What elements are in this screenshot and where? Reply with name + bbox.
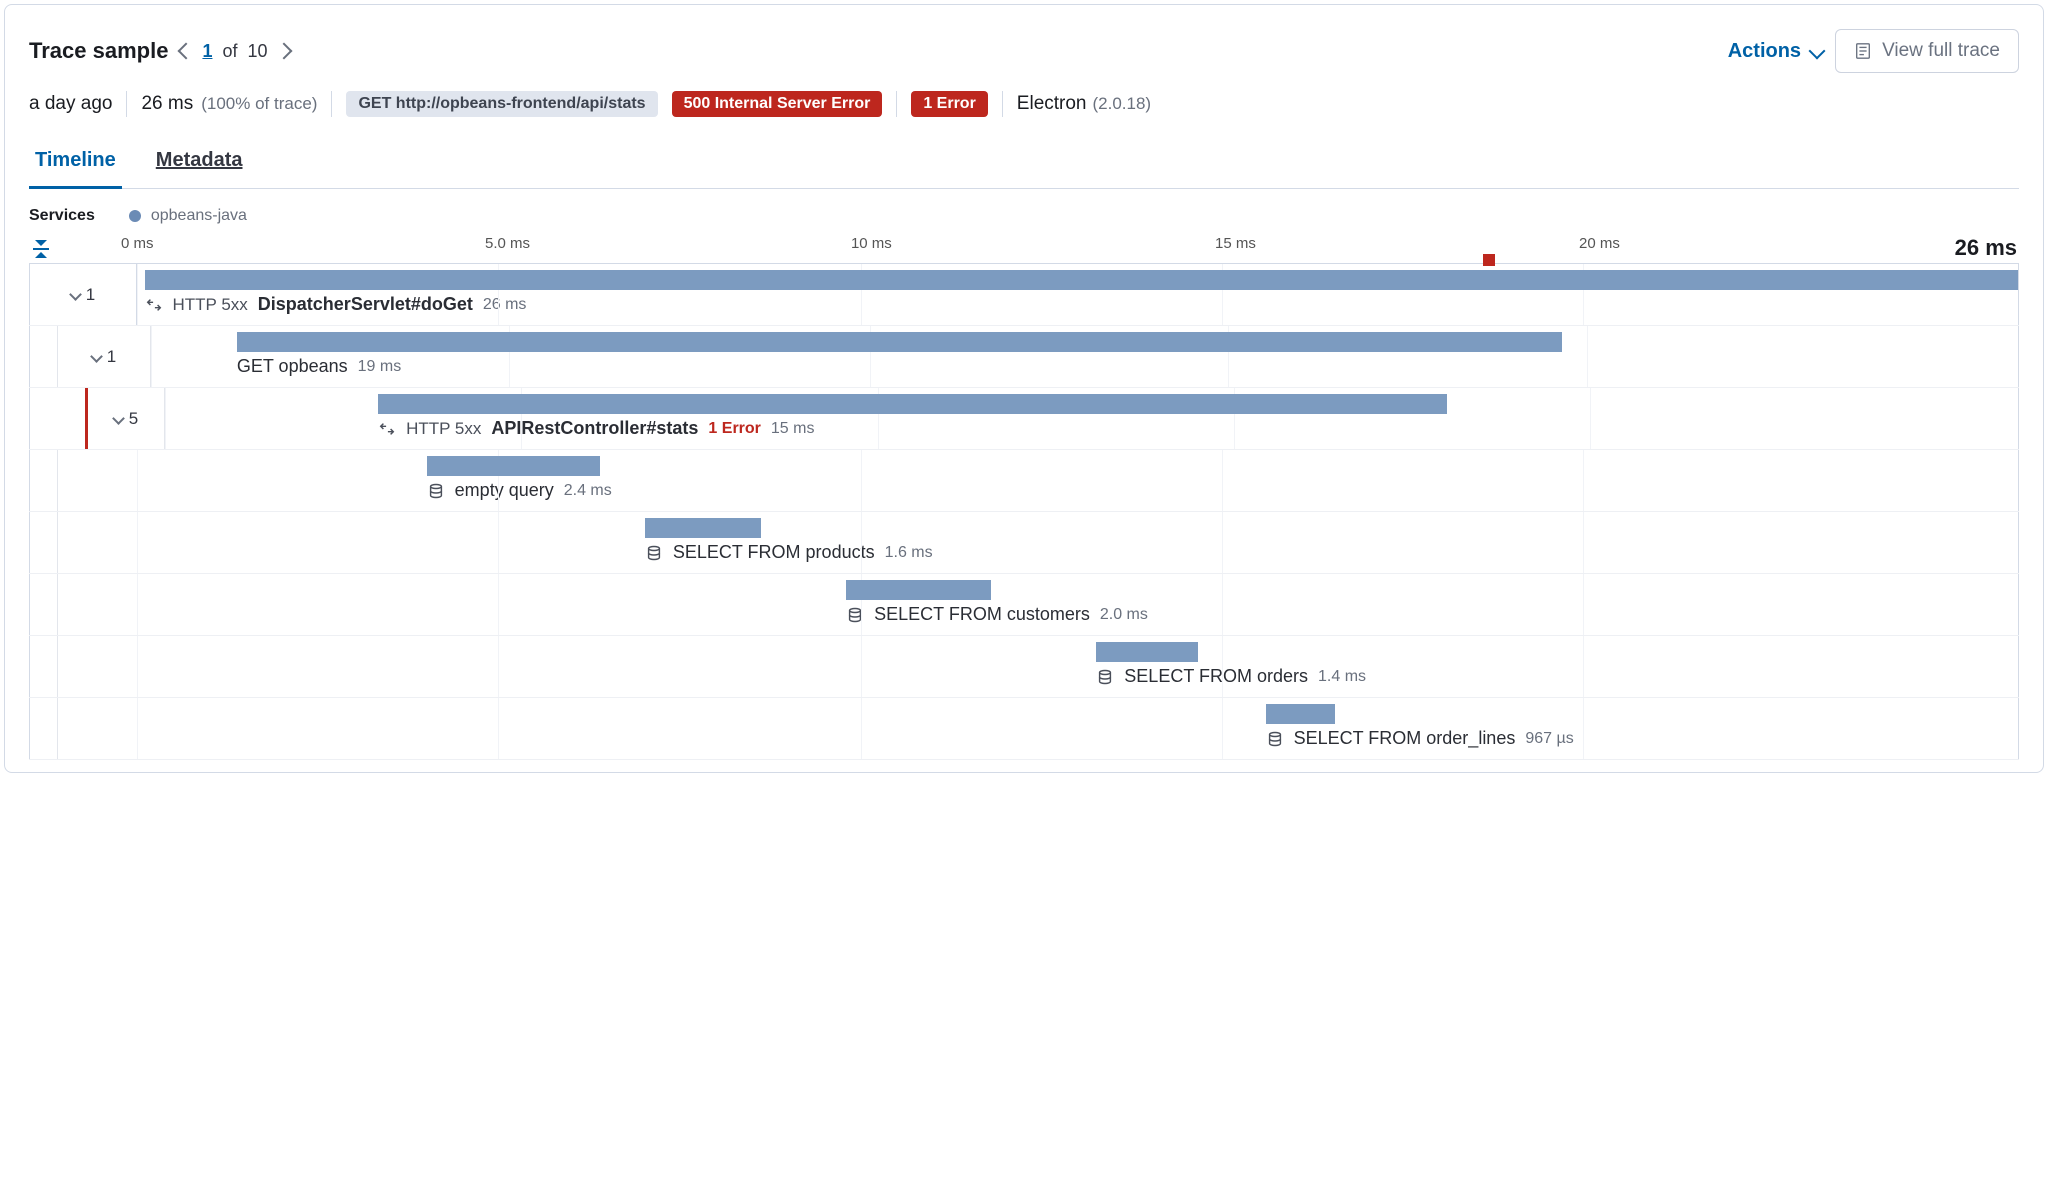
database-icon xyxy=(1266,730,1284,748)
span-name: SELECT FROM customers xyxy=(874,604,1090,625)
panel-title: Trace sample xyxy=(29,38,168,64)
agent-version: (2.0.18) xyxy=(1093,94,1152,114)
span-bar[interactable] xyxy=(645,518,762,538)
time-axis: 0 ms 5.0 ms 10 ms 15 ms 20 ms 26 ms xyxy=(123,235,2019,263)
span-bar[interactable] xyxy=(378,394,1447,414)
actions-menu[interactable]: Actions xyxy=(1728,40,1823,63)
waterfall-track: empty query 2.4 ms xyxy=(137,450,2019,511)
span-error: 1 Error xyxy=(708,420,760,438)
span-label: SELECT FROM products 1.6 ms xyxy=(645,542,2018,563)
span-duration: 1.4 ms xyxy=(1318,668,1366,686)
trace-age: a day ago xyxy=(29,93,112,115)
span-label: HTTP 5xx DispatcherServlet#doGet 26 ms xyxy=(145,294,2018,315)
service-color-icon xyxy=(129,210,141,222)
span-name: SELECT FROM products xyxy=(673,542,875,563)
http-icon xyxy=(145,296,163,314)
span-bar[interactable] xyxy=(145,270,2018,290)
waterfall-row[interactable]: SELECT FROM products 1.6 ms xyxy=(29,512,2019,574)
agent-name: Electron xyxy=(1017,93,1087,115)
view-full-trace-button[interactable]: View full trace xyxy=(1835,29,2019,73)
waterfall-row[interactable]: SELECT FROM customers 2.0 ms xyxy=(29,574,2019,636)
axis-tick: 20 ms xyxy=(1579,235,1620,252)
waterfall-track: SELECT FROM customers 2.0 ms xyxy=(137,574,2019,635)
waterfall-track: SELECT FROM products 1.6 ms xyxy=(137,512,2019,573)
waterfall-track: SELECT FROM order_lines 967 µs xyxy=(137,698,2019,759)
span-duration: 2.0 ms xyxy=(1100,606,1148,624)
tab-metadata[interactable]: Metadata xyxy=(150,139,249,188)
axis-tick: 10 ms xyxy=(851,235,892,252)
span-status: HTTP 5xx xyxy=(406,419,481,439)
axis-tick: 15 ms xyxy=(1215,235,1256,252)
span-bar[interactable] xyxy=(1096,642,1198,662)
span-bar[interactable] xyxy=(427,456,600,476)
document-icon xyxy=(1854,42,1872,60)
current-sample[interactable]: 1 xyxy=(202,41,212,62)
waterfall-row[interactable]: empty query 2.4 ms xyxy=(29,450,2019,512)
span-label: SELECT FROM order_lines 967 µs xyxy=(1266,728,2018,749)
span-name: GET opbeans xyxy=(237,356,348,377)
axis-tick: 0 ms xyxy=(121,235,154,252)
span-name: empty query xyxy=(455,480,554,501)
error-count-badge: 1 Error xyxy=(911,91,987,117)
collapse-all-icon[interactable] xyxy=(33,240,49,258)
service-name: opbeans-java xyxy=(151,207,247,225)
sample-pager: 1 of 10 xyxy=(180,41,289,62)
row-toggle[interactable]: 5 xyxy=(85,388,165,449)
prev-sample-icon[interactable] xyxy=(178,43,195,60)
header: Trace sample 1 of 10 Actions View full t… xyxy=(29,29,2019,73)
span-label: SELECT FROM customers 2.0 ms xyxy=(846,604,2018,625)
waterfall-track: HTTP 5xx DispatcherServlet#doGet 26 ms xyxy=(137,264,2019,325)
waterfall: 1 HTTP 5xx DispatcherServlet#doGet 26 ms 1 GE… xyxy=(29,263,2019,760)
span-name: SELECT FROM order_lines xyxy=(1294,728,1516,749)
span-name: SELECT FROM orders xyxy=(1124,666,1308,687)
span-duration: 19 ms xyxy=(358,358,402,376)
chevron-down-icon xyxy=(1809,43,1826,60)
span-label: HTTP 5xx APIRestController#stats 1 Error 15… xyxy=(378,418,2018,439)
waterfall-track: GET opbeans 19 ms xyxy=(151,326,2019,387)
http-icon xyxy=(378,420,396,438)
trace-pct: (100% of trace) xyxy=(201,94,317,114)
trace-duration: 26 ms xyxy=(141,93,193,115)
next-sample-icon[interactable] xyxy=(275,43,292,60)
span-bar[interactable] xyxy=(846,580,991,600)
waterfall-row[interactable]: 1 GET opbeans 19 ms xyxy=(29,326,2019,388)
span-duration: 2.4 ms xyxy=(564,482,612,500)
total-samples: 10 xyxy=(247,41,267,62)
waterfall-row[interactable]: SELECT FROM orders 1.4 ms xyxy=(29,636,2019,698)
span-bar[interactable] xyxy=(1266,704,1336,724)
tab-timeline[interactable]: Timeline xyxy=(29,139,122,189)
span-name: APIRestController#stats xyxy=(491,418,698,439)
waterfall-row[interactable]: 1 HTTP 5xx DispatcherServlet#doGet 26 ms xyxy=(29,264,2019,326)
waterfall-track: SELECT FROM orders 1.4 ms xyxy=(137,636,2019,697)
trace-sample-panel: Trace sample 1 of 10 Actions View full t… xyxy=(4,4,2044,773)
database-icon xyxy=(1096,668,1114,686)
axis-tick: 5.0 ms xyxy=(485,235,530,252)
span-duration: 1.6 ms xyxy=(885,544,933,562)
span-status: HTTP 5xx xyxy=(173,295,248,315)
span-label: GET opbeans 19 ms xyxy=(237,356,2018,377)
waterfall-row[interactable]: SELECT FROM order_lines 967 µs xyxy=(29,698,2019,760)
services-legend: Services opbeans-java xyxy=(29,207,2019,225)
actions-label: Actions xyxy=(1728,40,1801,63)
database-icon xyxy=(645,544,663,562)
trace-info: a day ago 26 ms (100% of trace) GET http… xyxy=(29,91,2019,117)
view-full-trace-label: View full trace xyxy=(1882,40,2000,62)
span-duration: 15 ms xyxy=(771,420,815,438)
services-label: Services xyxy=(29,207,95,225)
http-error-badge: 500 Internal Server Error xyxy=(672,91,883,117)
span-bar[interactable] xyxy=(237,332,1563,352)
database-icon xyxy=(427,482,445,500)
span-label: SELECT FROM orders 1.4 ms xyxy=(1096,666,2018,687)
row-toggle[interactable]: 1 xyxy=(29,264,137,325)
pager-of: of xyxy=(222,41,237,62)
span-duration: 967 µs xyxy=(1525,730,1573,748)
waterfall-track: HTTP 5xx APIRestController#stats 1 Error 15… xyxy=(165,388,2019,449)
tabs: Timeline Metadata xyxy=(29,139,2019,189)
row-toggle[interactable]: 1 xyxy=(57,326,151,387)
waterfall-row[interactable]: 5 HTTP 5xx APIRestController#stats 1 Error 1… xyxy=(29,388,2019,450)
span-duration: 26 ms xyxy=(483,296,527,314)
request-badge: GET http://opbeans-frontend/api/stats xyxy=(346,91,657,117)
span-name: DispatcherServlet#doGet xyxy=(258,294,473,315)
axis-max: 26 ms xyxy=(1955,235,2017,261)
